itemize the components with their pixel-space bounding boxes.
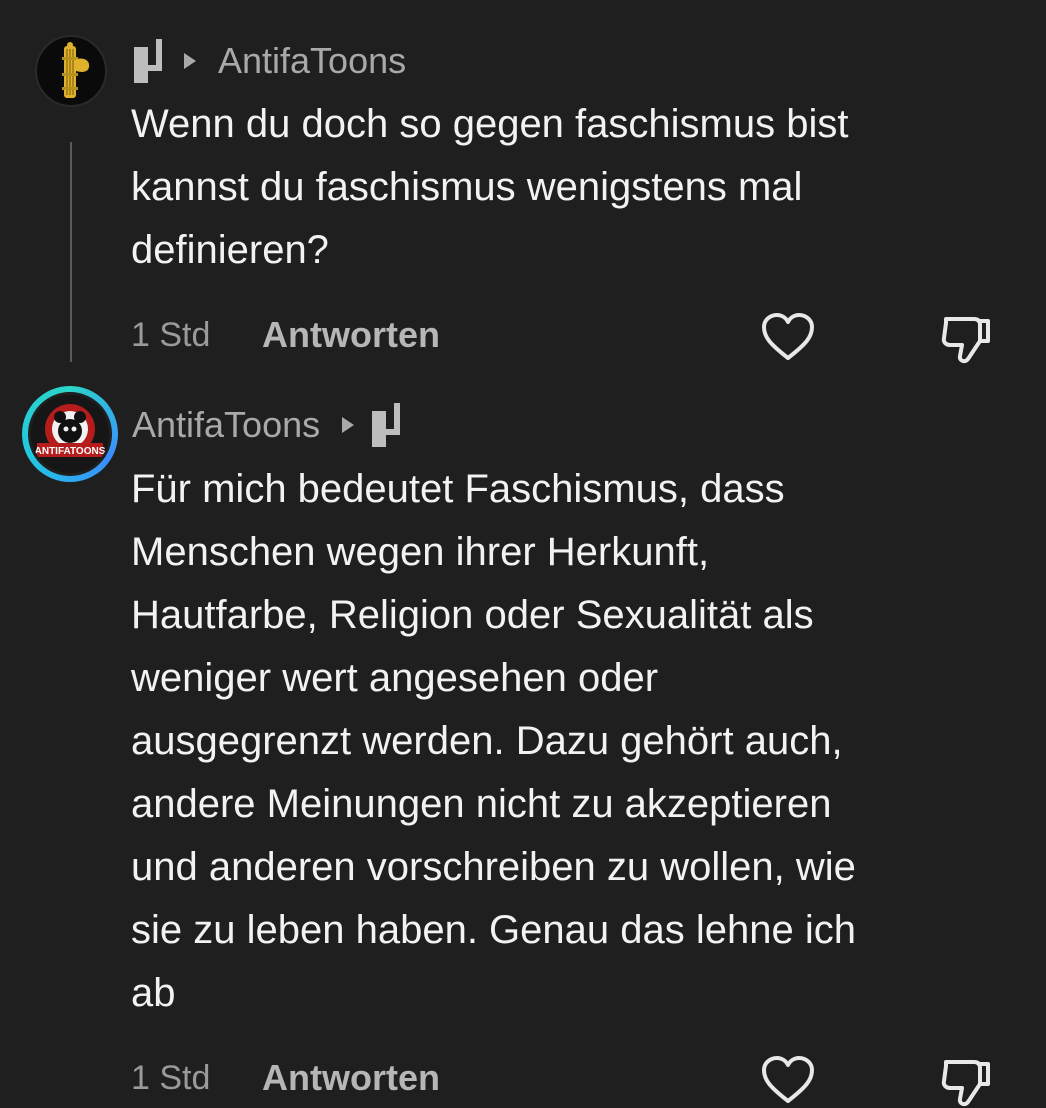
comment: ANTIFATOONS AntifaToons Für mich bedeute… — [0, 370, 1046, 1108]
timestamp: 1 Std — [131, 316, 211, 354]
reply-arrow-icon — [342, 417, 355, 433]
reply-button[interactable]: Antworten — [262, 305, 440, 365]
heart-icon[interactable] — [760, 311, 816, 363]
comment-text: Für mich bedeutet Faschismus, dass Mensc… — [131, 467, 856, 1015]
comment-actions: 1 Std Antworten — [0, 305, 1046, 365]
antifatoons-logo-icon: ANTIFATOONS — [31, 395, 109, 473]
logo-text: ANTIFATOONS — [35, 446, 106, 457]
comment-text: Wenn du doch so gegen faschismus bist ka… — [131, 102, 849, 272]
comment: AntifaToons Wenn du doch so gegen faschi… — [0, 0, 1046, 370]
user-avatar[interactable]: ANTIFATOONS — [28, 392, 112, 476]
user-avatar[interactable] — [35, 35, 107, 107]
reply-button[interactable]: Antworten — [262, 1048, 440, 1108]
author-username[interactable]: AntifaToons — [132, 404, 320, 446]
fasces-icon — [62, 42, 90, 98]
dislike-icon[interactable] — [938, 1052, 994, 1108]
user-flag-icon — [134, 39, 162, 83]
reply-arrow-icon — [184, 53, 196, 69]
reply-to-username[interactable]: AntifaToons — [218, 40, 406, 82]
dislike-icon[interactable] — [938, 309, 994, 365]
heart-icon[interactable] — [760, 1054, 816, 1106]
timestamp: 1 Std — [131, 1059, 211, 1097]
comment-actions: 1 Std Antworten — [0, 1048, 1046, 1108]
user-flag-icon — [372, 403, 401, 447]
comment-meta: AntifaToons — [132, 400, 404, 450]
comment-meta: AntifaToons — [132, 36, 406, 86]
